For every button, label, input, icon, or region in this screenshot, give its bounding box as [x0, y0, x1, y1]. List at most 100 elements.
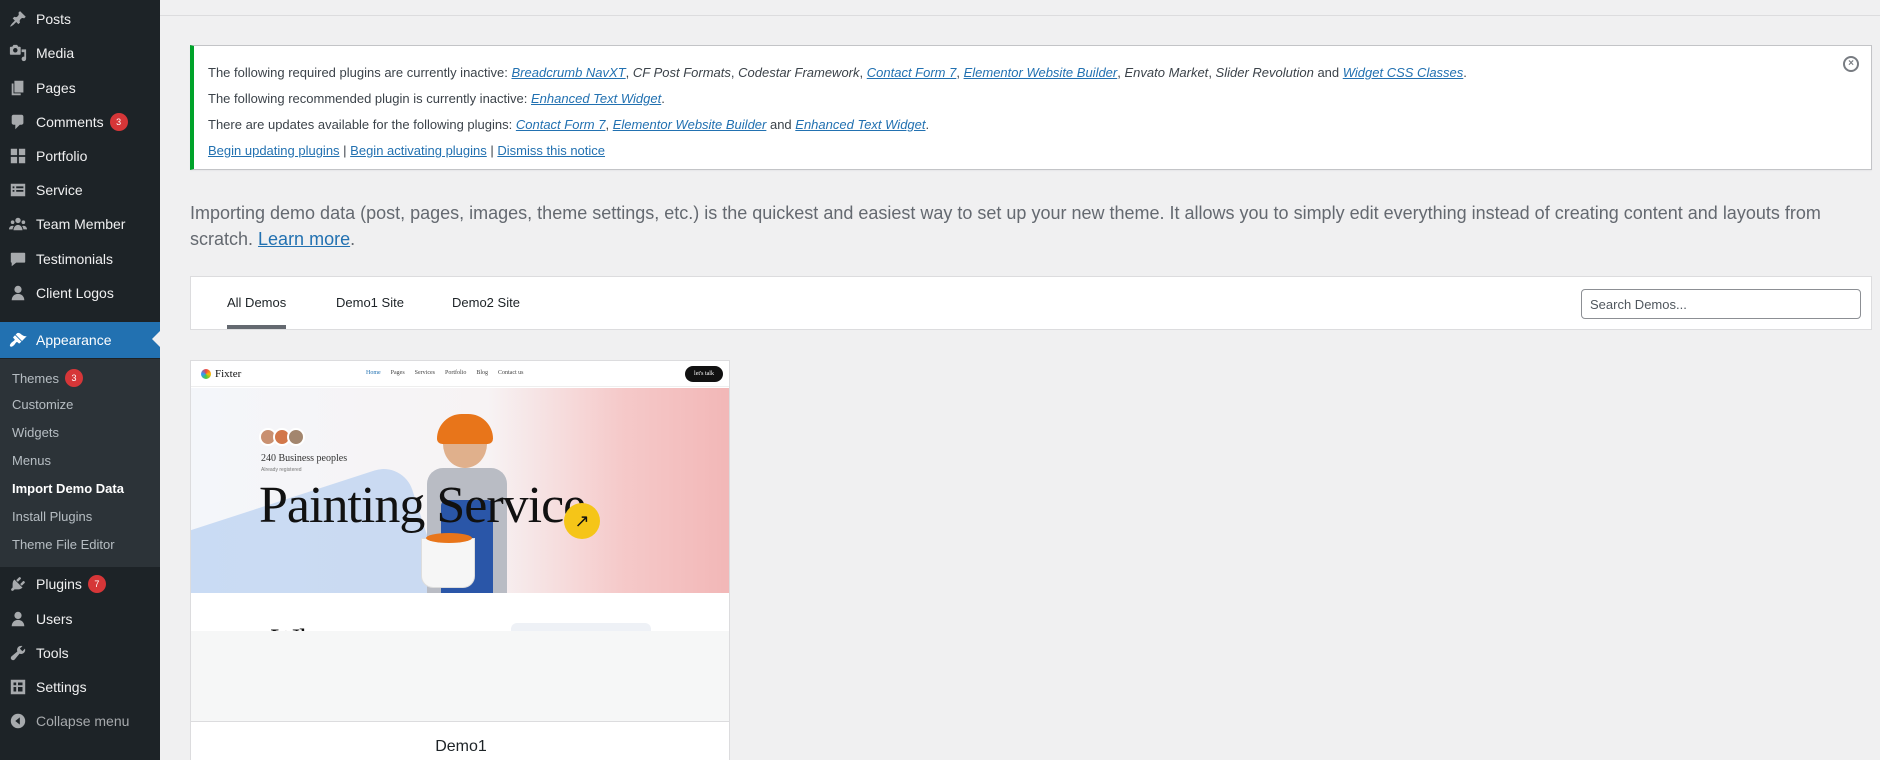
submenu-theme-file-editor[interactable]: Theme File Editor [12, 537, 115, 552]
preview-lower-box [511, 623, 651, 631]
demo-filter-bar: All Demos Demo1 Site Demo2 Site [190, 276, 1872, 330]
close-icon[interactable]: × [1843, 56, 1859, 72]
plugin-link[interactable]: Contact Form 7 [516, 117, 606, 132]
demo-preview-image[interactable]: Fixter Home Pages Services Portfolio Blo… [191, 361, 729, 631]
menu-label: Appearance [36, 332, 112, 348]
arrow-icon: ↗ [564, 503, 600, 539]
tab-demo1-site[interactable]: Demo1 Site [336, 277, 404, 329]
preview-logo-text: Fixter [215, 368, 242, 380]
intro-text: Importing demo data (post, pages, images… [190, 200, 1870, 252]
plugin-name: Codestar Framework [738, 65, 860, 80]
preview-avatars [259, 428, 305, 446]
demo-card-body [191, 631, 729, 721]
menu-label: Testimonials [36, 251, 114, 267]
menu-posts[interactable]: Posts [0, 2, 160, 36]
begin-activating-plugins-link[interactable]: Begin activating plugins [350, 143, 487, 158]
menu-label: Service [36, 182, 83, 198]
menu-label: Tools [36, 645, 69, 661]
pages-icon [0, 79, 36, 97]
demo-card[interactable]: Fixter Home Pages Services Portfolio Blo… [190, 360, 730, 760]
submenu-install-plugins[interactable]: Install Plugins [12, 509, 92, 524]
submenu-label: Customize [12, 397, 74, 412]
menu-label: Posts [36, 11, 72, 27]
preview-nav-item: Blog [476, 370, 489, 376]
menu-portfolio[interactable]: Portfolio [0, 139, 160, 173]
notice-text: The following recommended plugin is curr… [208, 91, 531, 106]
plugin-link[interactable]: Contact Form 7 [867, 65, 957, 80]
tab-demo2-site[interactable]: Demo2 Site [452, 277, 520, 329]
learn-more-link[interactable]: Learn more [258, 229, 350, 249]
preview-headline: Painting Service [259, 477, 586, 534]
preview-count-text: 240 Business peoples [261, 453, 348, 464]
submenu-customize[interactable]: Customize [12, 397, 73, 412]
menu-service[interactable]: Service [0, 173, 160, 207]
settings-icon [0, 678, 36, 696]
preview-nav-item: Contact us [498, 370, 524, 376]
plugin-link[interactable]: Elementor Website Builder [613, 117, 767, 132]
plugin-name: Envato Market [1124, 65, 1209, 80]
submenu-label: Themes [12, 370, 59, 386]
preview-nav-item: Portfolio [445, 370, 467, 376]
themes-count-badge: 3 [64, 369, 83, 387]
plugin-link[interactable]: Enhanced Text Widget [531, 91, 661, 106]
menu-testimonials[interactable]: Testimonials [0, 242, 160, 276]
menu-media[interactable]: Media [0, 36, 160, 70]
submenu-widgets[interactable]: Widgets [12, 425, 59, 440]
menu-users[interactable]: Users [0, 602, 160, 636]
grid-icon [0, 147, 36, 165]
preview-navbar: Fixter Home Pages Services Portfolio Blo… [191, 361, 729, 387]
notice-text: There are updates available for the foll… [208, 117, 516, 132]
submenu-import-demo-data[interactable]: Import Demo Data [12, 481, 124, 496]
demo-title: Demo1 [435, 738, 487, 755]
plugin-notice: The following required plugins are curre… [190, 45, 1872, 170]
notice-text: and [1313, 65, 1343, 80]
wrench-icon [0, 644, 36, 662]
notice-required-line: The following required plugins are curre… [208, 65, 1467, 80]
menu-comments[interactable]: Comments 3 [0, 105, 160, 139]
notice-actions: Begin updating plugins | Begin activatin… [208, 143, 606, 158]
demo-card-footer: Demo1 [191, 721, 729, 760]
menu-team-member[interactable]: Team Member [0, 207, 160, 241]
plugin-link[interactable]: Widget CSS Classes [1343, 65, 1464, 80]
paint-bucket-icon [421, 533, 475, 588]
menu-tools[interactable]: Tools [0, 636, 160, 670]
menu-plugins[interactable]: Plugins 7 [0, 567, 160, 601]
menu-settings[interactable]: Settings [0, 670, 160, 704]
preview-lower-section: Wh [191, 593, 729, 631]
submenu-menus[interactable]: Menus [12, 453, 51, 468]
submenu-label: Theme File Editor [12, 537, 115, 552]
plugin-link[interactable]: Enhanced Text Widget [795, 117, 925, 132]
preview-nav-item: Services [414, 370, 435, 376]
menu-label: Collapse menu [36, 713, 130, 729]
begin-updating-plugins-link[interactable]: Begin updating plugins [208, 143, 340, 158]
notice-recommended-line: The following recommended plugin is curr… [208, 91, 665, 106]
comment-icon [0, 113, 36, 131]
menu-client-logos[interactable]: Client Logos [0, 276, 160, 310]
user-icon [0, 284, 36, 302]
plugin-link[interactable]: Breadcrumb NavXT [512, 65, 626, 80]
menu-label: Pages [36, 80, 76, 96]
collapse-icon [0, 712, 36, 730]
search-demos-input[interactable] [1581, 289, 1861, 319]
tab-all-demos[interactable]: All Demos [227, 277, 287, 329]
submenu-label: Install Plugins [12, 509, 93, 524]
preview-hero: 240 Business peoples Already registered … [191, 388, 729, 593]
plugin-name: CF Post Formats [632, 65, 731, 80]
intro-body: Importing demo data (post, pages, images… [190, 203, 1821, 249]
menu-label: Comments [36, 114, 104, 130]
comments-count-badge: 3 [109, 113, 128, 131]
plugin-link[interactable]: Elementor Website Builder [964, 65, 1118, 80]
menu-appearance[interactable]: Appearance [0, 322, 160, 358]
submenu-label: Import Demo Data [12, 481, 124, 496]
admin-topbar-edge [160, 0, 1880, 16]
menu-pages[interactable]: Pages [0, 71, 160, 105]
menu-label: Team Member [36, 216, 126, 232]
preview-nav-item: Home [366, 370, 381, 376]
collapse-menu-button[interactable]: Collapse menu [0, 704, 160, 738]
preview-logo: Fixter [201, 368, 241, 380]
submenu-themes[interactable]: Themes 3 [12, 369, 83, 387]
preview-small-text: Already registered [261, 467, 302, 473]
pin-icon [0, 10, 36, 28]
dismiss-notice-link[interactable]: Dismiss this notice [497, 143, 605, 158]
submenu-label: Menus [12, 453, 52, 468]
